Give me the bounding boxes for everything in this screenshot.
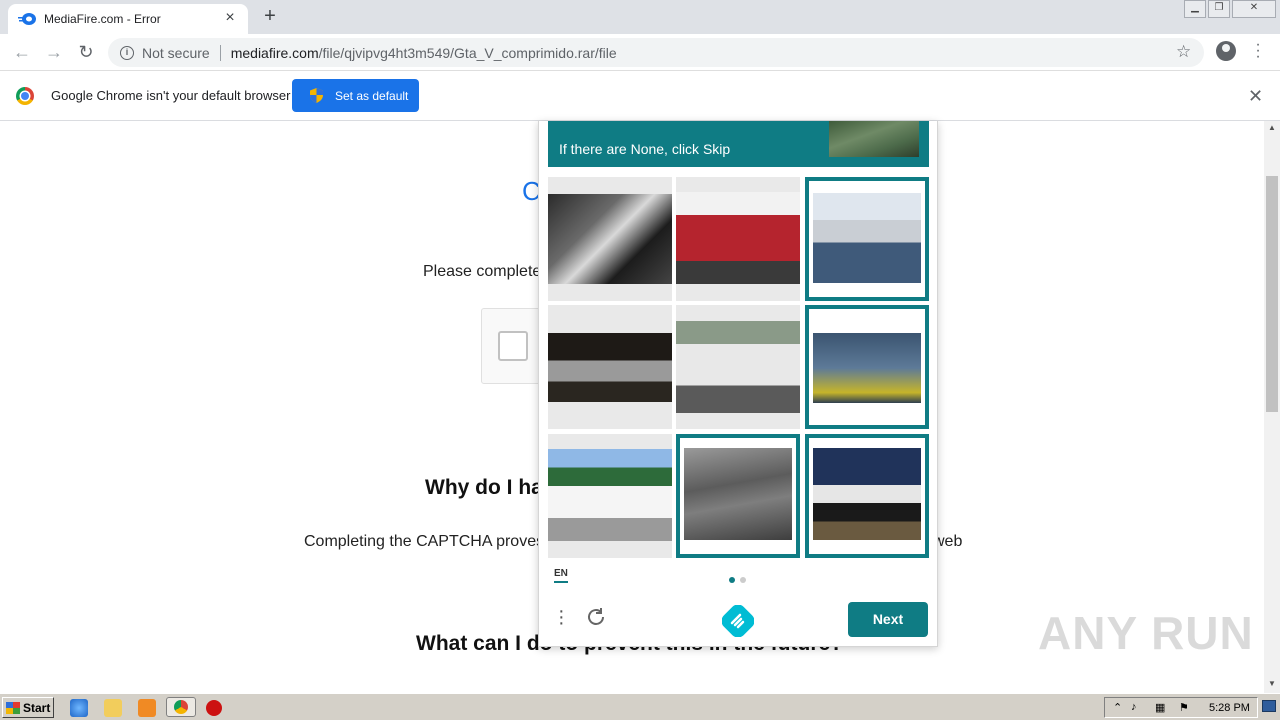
browser-toolbar: ← → ↻ i Not secure mediafire.com/file/qj… (0, 34, 1280, 71)
tile-image (813, 333, 921, 403)
reload-icon[interactable]: ↻ (76, 42, 96, 62)
close-window-button[interactable]: ✕ (1232, 0, 1276, 18)
minimize-button[interactable]: ▁ (1184, 0, 1206, 18)
scroll-up-icon[interactable]: ▲ (1264, 121, 1280, 135)
flag-icon[interactable]: ⚑ (1179, 701, 1189, 714)
url-host: mediafire.com (230, 44, 319, 61)
scroll-down-icon[interactable]: ▼ (1264, 677, 1280, 691)
set-as-default-label: Set as default (335, 88, 409, 103)
captcha-tile-5[interactable] (676, 305, 800, 429)
scroll-thumb[interactable] (1266, 176, 1278, 412)
start-button[interactable]: Start (2, 697, 54, 718)
info-icon[interactable]: i (120, 45, 134, 60)
chrome-logo-icon (16, 87, 34, 105)
forward-icon[interactable]: → (44, 42, 64, 62)
default-browser-infobar: Google Chrome isn't your default browser… (0, 71, 1280, 121)
start-label: Start (23, 700, 51, 715)
menu-kebab-icon[interactable]: · · · (1252, 37, 1264, 65)
screen: MediaFire.com - Error × + ▁ ❐ ✕ ← → ↻ i … (0, 0, 1280, 720)
shield-icon (310, 88, 323, 103)
clock: 5:28 PM (1209, 702, 1250, 714)
set-as-default-button[interactable]: Set as default (292, 79, 419, 112)
tile-image (684, 448, 792, 540)
security-label: Not secure (142, 44, 210, 61)
captcha-tile-9[interactable] (805, 434, 929, 558)
language-selector[interactable]: EN (554, 568, 568, 583)
media-player-icon[interactable] (138, 699, 156, 717)
url-path: /file/qjvipvg4ht3m549/Gta_V_comprimido.r… (318, 44, 617, 61)
captcha-tile-1[interactable] (548, 177, 672, 301)
captcha-instruction: If there are None, click Skip (559, 141, 731, 157)
tab-title: MediaFire.com - Error (44, 12, 161, 26)
system-tray: ⌃ ♪ ▦ ⚑ 5:28 PM (1104, 697, 1258, 718)
tray-expand-icon[interactable]: ⌃ (1113, 701, 1122, 714)
tile-image (813, 193, 921, 283)
why-heading: Why do I ha (425, 476, 543, 499)
captcha-tile-7[interactable] (548, 434, 672, 558)
captcha-tile-3[interactable] (805, 177, 929, 301)
next-button[interactable]: Next (848, 602, 928, 637)
chrome-icon (174, 700, 188, 714)
hcaptcha-logo-icon (722, 605, 754, 637)
tile-image (548, 333, 672, 402)
refresh-icon[interactable] (584, 605, 608, 629)
ie-icon[interactable] (70, 699, 88, 717)
mediafire-icon (18, 13, 36, 25)
profile-avatar-icon[interactable] (1216, 41, 1236, 61)
taskbar: Start ⌃ ♪ ▦ ⚑ 5:28 PM (0, 693, 1280, 720)
bookmark-star-icon[interactable]: ☆ (1176, 42, 1191, 62)
tile-image (813, 448, 921, 540)
infobar-message: Google Chrome isn't your default browser (51, 88, 291, 103)
infobar-close-icon[interactable]: ✕ (1248, 86, 1263, 107)
tile-image (676, 192, 800, 284)
tab-close-icon[interactable]: × (222, 10, 238, 27)
network-icon[interactable]: ▦ (1155, 701, 1165, 714)
captcha-header: If there are None, click Skip (548, 121, 929, 167)
page-indicator (729, 577, 746, 583)
captcha-tile-6[interactable] (805, 305, 929, 429)
volume-icon[interactable]: ♪ (1131, 701, 1137, 713)
tile-image (548, 194, 672, 284)
captcha-grid (548, 177, 929, 558)
show-desktop-icon[interactable] (1262, 700, 1276, 712)
completing-text: Completing the CAPTCHA proves (304, 533, 545, 550)
captcha-menu-icon[interactable]: · · · (558, 601, 565, 633)
captcha-tile-8[interactable] (676, 434, 800, 558)
new-tab-button[interactable]: + (259, 6, 281, 28)
folder-icon[interactable] (104, 699, 122, 717)
divider (219, 44, 221, 61)
captcha-tile-2[interactable] (676, 177, 800, 301)
chrome-taskbar-button[interactable] (166, 697, 196, 717)
captcha-checkbox[interactable] (498, 331, 528, 361)
page-dot (740, 577, 746, 583)
tile-image (676, 321, 800, 413)
address-bar[interactable]: i Not secure mediafire.com/file/qjvipvg4… (108, 38, 1204, 67)
page-dot-active (729, 577, 735, 583)
anyrun-watermark: ANY RUN (1038, 607, 1254, 659)
tile-image (548, 449, 672, 541)
back-icon[interactable]: ← (12, 42, 32, 62)
restore-button[interactable]: ❐ (1208, 0, 1230, 18)
captcha-challenge: If there are None, click Skip EN · · · N… (538, 121, 938, 647)
page-scrollbar[interactable]: ▲ ▼ (1264, 121, 1280, 693)
windows-logo-icon (6, 701, 20, 714)
tab-mediafire[interactable]: MediaFire.com - Error × (8, 4, 248, 34)
example-image (829, 121, 919, 157)
please-complete-text: Please complete (423, 263, 542, 280)
captcha-tile-4[interactable] (548, 305, 672, 429)
tab-strip: MediaFire.com - Error × + ▁ ❐ ✕ (0, 0, 1280, 34)
warning-icon[interactable] (206, 700, 222, 716)
